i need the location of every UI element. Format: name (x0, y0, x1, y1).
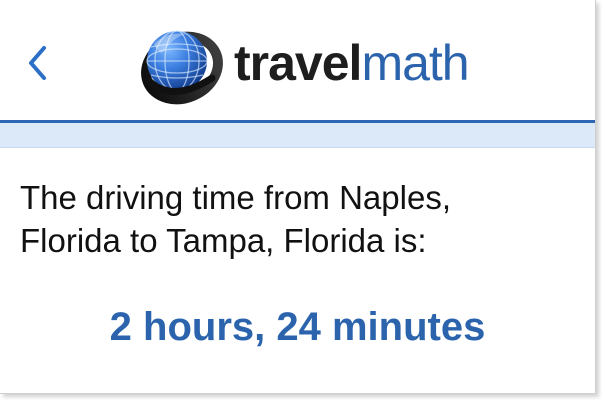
result-description-line-1: The driving time from Naples, (20, 179, 451, 216)
logo-text-travel: travel (234, 35, 362, 91)
result-description-line-2: Florida to Tampa, Florida is: (20, 222, 427, 259)
app-header: travelmath (0, 0, 595, 120)
chevron-left-icon (20, 38, 56, 88)
result-description: The driving time from Naples, Florida to… (20, 176, 580, 262)
screen: travelmath The driving time from Naples,… (0, 0, 596, 394)
logo-text: travelmath (234, 33, 470, 93)
driving-time-result: 2 hours, 24 minutes (109, 305, 486, 349)
header-divider-bar (0, 120, 595, 148)
logo-text-math: math (361, 35, 469, 91)
globe-icon (134, 22, 224, 106)
travelmath-logo: travelmath (134, 22, 474, 106)
back-button[interactable] (20, 38, 56, 88)
